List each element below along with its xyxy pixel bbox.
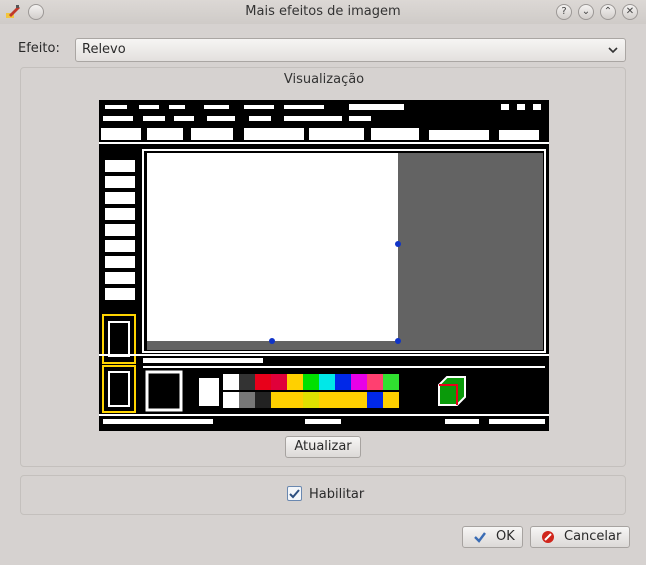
effect-label: Efeito: <box>18 41 60 56</box>
cancel-button[interactable]: Cancelar <box>530 526 630 548</box>
preview-image <box>99 100 549 431</box>
minimize-button[interactable]: ⌄ <box>578 4 594 20</box>
window-title: Mais efeitos de imagem <box>245 4 401 19</box>
help-button[interactable]: ? <box>556 4 572 20</box>
checkmark-icon <box>474 532 486 543</box>
effect-select[interactable]: Relevo <box>75 38 626 62</box>
enable-label: Habilitar <box>309 487 365 502</box>
update-button[interactable]: Atualizar <box>285 436 361 458</box>
preview-title: Visualização <box>283 72 365 87</box>
maximize-button[interactable]: ⌃ <box>600 4 616 20</box>
chevron-down-icon <box>608 47 618 54</box>
cancel-icon <box>542 531 554 543</box>
enable-checkbox[interactable] <box>287 486 302 501</box>
close-button[interactable]: ✕ <box>622 4 638 20</box>
check-icon <box>289 489 300 499</box>
ok-button[interactable]: OK <box>462 526 523 548</box>
cancel-label: Cancelar <box>564 529 622 544</box>
title-bar: Mais efeitos de imagem ? ⌄ ⌃ ✕ <box>0 0 646 24</box>
ok-label: OK <box>496 529 515 544</box>
effect-select-value: Relevo <box>82 42 126 57</box>
